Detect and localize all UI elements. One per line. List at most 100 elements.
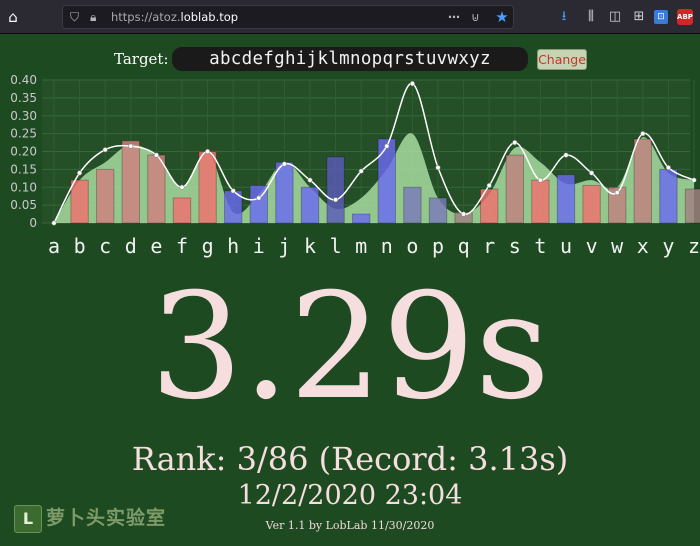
translate-icon[interactable]: ⊡: [654, 10, 668, 24]
library-icon[interactable]: ⫼: [582, 8, 600, 26]
browser-toolbar: ⌂ ⛉ 🔒︎ https://atoz.loblab.top ⋯ ⊍ ★ ⭳ ⫼…: [0, 0, 700, 34]
y-tick-label: 0.40: [10, 73, 37, 87]
point-z: [691, 177, 697, 183]
x-tick-label: b: [74, 234, 86, 258]
loblab-logo: L 萝卜头实验室: [14, 503, 189, 533]
x-tick-label: q: [458, 234, 470, 258]
bar-n: [377, 138, 397, 224]
point-b: [77, 170, 83, 176]
bar-s: [505, 154, 525, 224]
point-i: [256, 195, 262, 201]
bar-x: [633, 138, 653, 224]
point-u: [563, 152, 569, 158]
point-k: [307, 177, 313, 183]
y-tick-label: 0: [29, 216, 37, 230]
x-tick-label: g: [202, 234, 214, 258]
y-tick-label: 0.15: [10, 162, 37, 176]
point-l: [333, 197, 339, 203]
url-bar[interactable]: ⛉ 🔒︎ https://atoz.loblab.top ⋯ ⊍ ★: [62, 5, 514, 29]
point-r: [486, 182, 492, 188]
sidebar-icon[interactable]: ◫: [606, 8, 624, 26]
url-text[interactable]: https://atoz.loblab.top: [111, 9, 238, 25]
x-tick-label: z: [688, 234, 700, 258]
x-tick-label: p: [432, 234, 444, 258]
download-icon[interactable]: ⭳: [555, 8, 573, 26]
x-tick-label: i: [253, 234, 265, 258]
change-button[interactable]: Change: [537, 49, 587, 70]
point-y: [665, 165, 671, 171]
point-d: [128, 143, 134, 149]
bar-p: [428, 197, 448, 224]
lock-icon[interactable]: 🔒︎: [90, 9, 96, 25]
y-tick-label: 0.20: [10, 145, 37, 159]
rank-text: Rank: 3/86 (Record: 3.13s): [131, 440, 569, 478]
elapsed-time: 3.29s: [149, 262, 550, 432]
y-tick-label: 0.25: [10, 127, 37, 141]
point-e: [153, 152, 159, 158]
star-icon[interactable]: ★: [493, 8, 511, 26]
point-x: [640, 131, 646, 137]
point-a: [51, 220, 57, 226]
x-tick-label: r: [483, 234, 495, 258]
x-tick-label: j: [278, 234, 290, 258]
point-t: [537, 177, 543, 183]
x-tick-label: f: [176, 234, 188, 258]
bar-m: [351, 213, 371, 224]
y-tick-label: 0.30: [10, 109, 37, 123]
shield-icon[interactable]: ⛉: [70, 9, 79, 25]
logo-text: 萝卜头实验室: [46, 507, 167, 529]
point-g: [205, 149, 211, 155]
bar-e: [147, 154, 166, 224]
adblock-icon[interactable]: ABP: [677, 9, 693, 25]
bar-b: [70, 179, 89, 224]
y-tick-label: 0.35: [10, 91, 37, 105]
home-icon[interactable]: ⌂: [4, 8, 22, 26]
extension-icon[interactable]: ⊞: [630, 8, 648, 26]
pocket-icon[interactable]: ⊍: [471, 9, 480, 25]
more-icon[interactable]: ⋯: [448, 9, 460, 25]
x-tick-label: y: [662, 234, 674, 258]
bar-t: [531, 179, 550, 224]
point-h: [230, 188, 236, 194]
point-j: [281, 161, 287, 167]
bar-z: [684, 188, 700, 224]
bar-j: [275, 161, 294, 224]
x-tick-label: n: [381, 234, 393, 258]
x-tick-label: v: [586, 234, 598, 258]
point-v: [589, 170, 595, 176]
bar-d: [121, 140, 141, 224]
bar-o: [403, 186, 422, 224]
point-w: [614, 190, 620, 196]
y-tick-label: 0.10: [10, 180, 37, 194]
point-s: [512, 140, 518, 146]
x-tick-label: c: [99, 234, 111, 258]
y-tick-label: 0.05: [10, 198, 37, 212]
point-c: [102, 147, 108, 153]
bar-g: [198, 151, 217, 224]
bar-c: [95, 168, 115, 224]
target-label: Target:: [114, 50, 169, 68]
bar-f: [172, 197, 192, 224]
x-tick-label: h: [227, 234, 239, 258]
x-tick-label: t: [534, 234, 546, 258]
point-o: [409, 81, 415, 87]
bar-y: [659, 168, 678, 224]
point-q: [461, 211, 467, 217]
point-n: [384, 143, 390, 149]
x-tick-label: a: [48, 234, 60, 258]
bar-u: [556, 174, 576, 224]
x-tick-label: k: [304, 234, 316, 258]
x-tick-label: w: [611, 234, 624, 258]
bar-v: [582, 184, 601, 224]
point-p: [435, 165, 441, 171]
letter-timing-chart: 0 0.05 0.10 0.15 0.20 0.25 0.30 0.35 0.40 a b c d e f g…: [10, 73, 700, 258]
bar-k: [300, 186, 320, 224]
x-tick-label: l: [330, 234, 342, 258]
x-tick-label: s: [509, 234, 521, 258]
bar-l: [326, 156, 345, 224]
x-tick-label: d: [125, 234, 137, 258]
point-m: [358, 168, 364, 174]
logo-mark: L: [14, 505, 42, 533]
target-value: abcdefghijklmnopqrstuvwxyz: [172, 47, 528, 71]
point-f: [179, 184, 185, 190]
